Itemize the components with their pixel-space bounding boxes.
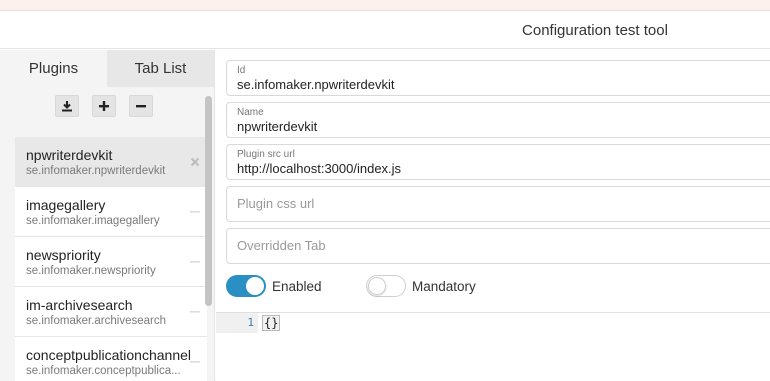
plugin-name: im-archivesearch <box>26 297 133 313</box>
id-value: se.infomaker.npwriterdevkit <box>237 77 395 92</box>
minus-icon[interactable] <box>189 356 201 368</box>
name-value: npwriterdevkit <box>237 119 318 134</box>
plugin-src-url-value: http://localhost:3000/index.js <box>237 161 402 176</box>
plugin-id: se.infomaker.conceptpublica... <box>26 365 181 377</box>
id-label: Id <box>237 65 246 76</box>
title-bar: Configuration test tool <box>0 11 770 49</box>
editor-gutter: 1 <box>216 313 258 333</box>
download-button[interactable] <box>55 95 79 117</box>
mandatory-toggle[interactable] <box>366 275 406 297</box>
plugin-name: npwriterdevkit <box>26 147 113 163</box>
plugin-id: se.infomaker.archivesearch <box>26 315 166 327</box>
minus-icon[interactable] <box>189 206 201 218</box>
app-title: Configuration test tool <box>522 22 668 39</box>
mandatory-label: Mandatory <box>412 278 476 294</box>
line-number: 1 <box>247 316 254 329</box>
plugin-list-item[interactable]: im-archivesearch se.infomaker.archivesea… <box>15 287 207 337</box>
toggle-knob <box>368 277 386 295</box>
plugin-config-form: Id se.infomaker.npwriterdevkit Name npwr… <box>216 50 770 381</box>
plugin-name: newspriority <box>26 247 101 263</box>
plugin-css-url-placeholder: Plugin css url <box>237 196 315 211</box>
plugin-src-url-label: Plugin src url <box>237 149 295 160</box>
plugin-css-url-field[interactable]: Plugin css url <box>226 186 770 222</box>
plugin-toolbar <box>0 87 214 125</box>
add-plugin-button[interactable] <box>92 95 116 117</box>
enabled-toggle[interactable] <box>226 275 266 297</box>
plugin-name: conceptpublicationchannel <box>26 347 192 363</box>
minus-icon <box>136 105 146 108</box>
editor-code: {} <box>262 315 281 331</box>
remove-plugin-button[interactable] <box>129 95 153 117</box>
plugin-id: se.infomaker.npwriterdevkit <box>26 165 166 177</box>
plugin-list-item[interactable]: conceptpublicationchannel se.infomaker.c… <box>15 337 207 381</box>
plugin-src-url-field[interactable]: Plugin src url http://localhost:3000/ind… <box>226 144 770 180</box>
close-icon[interactable] <box>189 156 201 168</box>
plugin-id: se.infomaker.newspriority <box>26 265 156 277</box>
tab-plugins[interactable]: Plugins <box>0 50 107 87</box>
toggle-knob <box>246 277 264 295</box>
mandatory-toggle-row: Mandatory <box>366 274 476 298</box>
enabled-toggle-row: Enabled <box>226 274 322 298</box>
sidebar-tabs: Plugins Tab List <box>0 50 214 87</box>
minus-icon[interactable] <box>189 306 201 318</box>
plugin-sidebar: Plugins Tab List npwriterdevkit se.infom… <box>0 50 215 381</box>
plugin-name: imagegallery <box>26 197 106 213</box>
overridden-tab-field[interactable]: Overridden Tab <box>226 228 770 264</box>
tab-tab-list[interactable]: Tab List <box>107 50 214 87</box>
name-label: Name <box>237 107 264 118</box>
plugin-list-item[interactable]: newspriority se.infomaker.newspriority <box>15 237 207 287</box>
minus-icon[interactable] <box>189 256 201 268</box>
code-editor[interactable]: 1 {} <box>216 312 770 381</box>
overridden-tab-placeholder: Overridden Tab <box>237 238 326 253</box>
enabled-label: Enabled <box>272 278 322 294</box>
sidebar-scrollbar[interactable] <box>205 96 212 306</box>
plugin-list-item[interactable]: imagegallery se.infomaker.imagegallery <box>15 187 207 237</box>
name-field[interactable]: Name npwriterdevkit <box>226 102 770 138</box>
plugin-list: npwriterdevkit se.infomaker.npwriterdevk… <box>15 137 207 381</box>
id-field[interactable]: Id se.infomaker.npwriterdevkit <box>226 60 770 96</box>
plus-icon <box>99 101 109 111</box>
plugin-list-item[interactable]: npwriterdevkit se.infomaker.npwriterdevk… <box>15 137 207 187</box>
plugin-id: se.infomaker.imagegallery <box>26 215 160 227</box>
app-window: Configuration test tool Plugins Tab List <box>0 10 770 381</box>
download-icon <box>62 101 72 112</box>
